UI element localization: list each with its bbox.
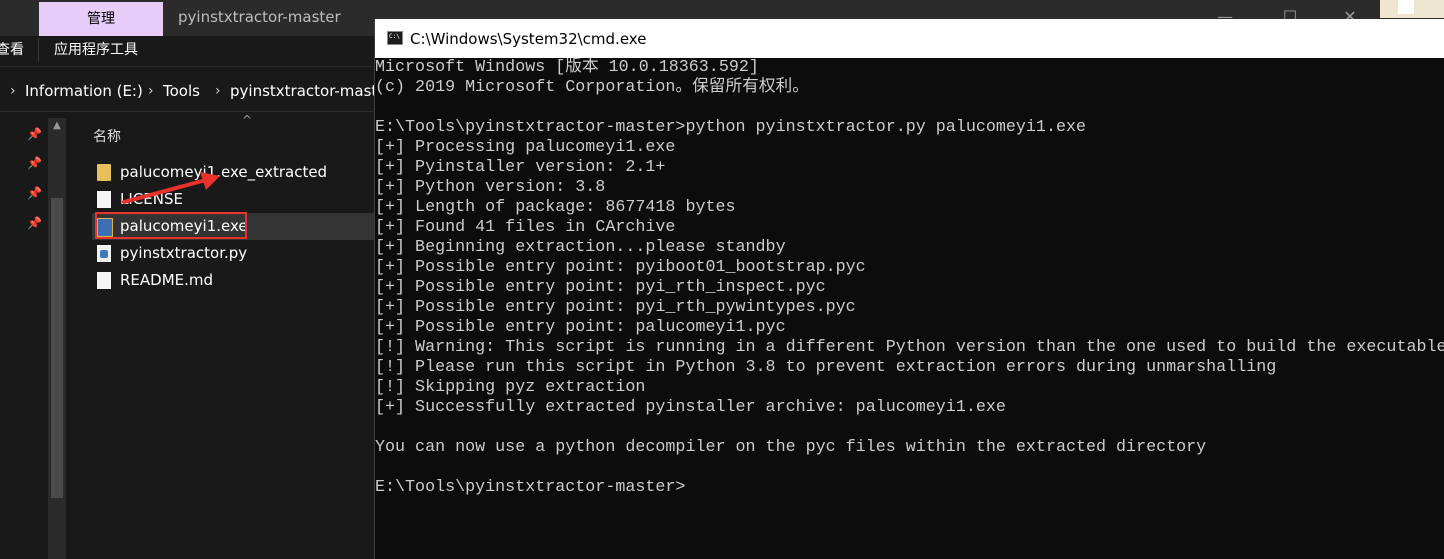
console-line: [!] Please run this script in Python 3.8… bbox=[375, 358, 1277, 377]
console-output[interactable]: Microsoft Windows [版本 10.0.18363.592] (c)… bbox=[375, 58, 1444, 559]
console-line: [+] Possible entry point: pyi_rth_inspec… bbox=[375, 278, 826, 297]
breadcrumb-tools[interactable]: Tools bbox=[163, 73, 200, 110]
navigation-scrollbar[interactable]: ▲ bbox=[48, 118, 66, 559]
folder-icon bbox=[97, 164, 111, 181]
console-line: [!] Skipping pyz extraction bbox=[375, 378, 646, 397]
scrollbar-thumb[interactable] bbox=[51, 198, 63, 498]
console-line: [+] Length of package: 8677418 bytes bbox=[375, 198, 736, 217]
console-line: [+] Python version: 3.8 bbox=[375, 178, 606, 197]
desktop-sticky-note bbox=[1380, 0, 1444, 18]
breadcrumb-drive[interactable]: Information (E:) bbox=[25, 73, 143, 110]
file-name: palucomeyi1.exe bbox=[120, 217, 248, 235]
pin-icon[interactable]: 📌 bbox=[27, 156, 42, 170]
ribbon-divider bbox=[38, 38, 39, 62]
file-list-item-selected[interactable]: palucomeyi1.exe bbox=[92, 213, 392, 240]
breadcrumb-separator-icon[interactable]: › bbox=[215, 73, 221, 110]
red-annotation-arrow bbox=[122, 172, 220, 204]
cmd-window[interactable]: C:\Windows\System32\cmd.exe Microsoft Wi… bbox=[374, 19, 1444, 559]
console-line: E:\Tools\pyinstxtractor-master> bbox=[375, 478, 686, 497]
sort-ascending-icon: ^ bbox=[242, 113, 253, 127]
console-line: [+] Found 41 files in CArchive bbox=[375, 218, 676, 237]
file-list-item[interactable]: README.md bbox=[92, 267, 392, 294]
cmd-titlebar[interactable]: C:\Windows\System32\cmd.exe bbox=[375, 19, 1444, 58]
console-line: [!] Warning: This script is running in a… bbox=[375, 338, 1444, 357]
python-file-icon bbox=[97, 245, 111, 262]
scroll-up-arrow-icon[interactable]: ▲ bbox=[48, 120, 66, 131]
console-line: E:\Tools\pyinstxtractor-master>python py… bbox=[375, 118, 1087, 137]
markdown-file-icon bbox=[97, 272, 111, 289]
console-line: You can now use a python decompiler on t… bbox=[375, 438, 1207, 457]
cmd-window-title: C:\Windows\System32\cmd.exe bbox=[410, 30, 647, 48]
breadcrumb-separator-icon[interactable]: › bbox=[148, 73, 154, 110]
console-line: [+] Pyinstaller version: 2.1+ bbox=[375, 158, 666, 177]
console-line: [+] Possible entry point: pyiboot01_boot… bbox=[375, 258, 866, 277]
console-line: [+] Possible entry point: pyi_rth_pywint… bbox=[375, 298, 856, 317]
file-name: README.md bbox=[120, 271, 214, 289]
file-name: pyinstxtractor.py bbox=[120, 244, 248, 262]
file-list-item[interactable]: pyinstxtractor.py bbox=[92, 240, 392, 267]
ribbon-app-tools-tab[interactable]: 应用程序工具 bbox=[54, 36, 138, 64]
exe-icon bbox=[97, 218, 113, 237]
pin-icon[interactable]: 📌 bbox=[27, 216, 42, 230]
pin-icon[interactable]: 📌 bbox=[27, 186, 42, 200]
pin-icon[interactable]: 📌 bbox=[27, 127, 42, 141]
console-line: (c) 2019 Microsoft Corporation。保留所有权利。 bbox=[375, 78, 809, 97]
console-line: [+] Successfully extracted pyinstaller a… bbox=[375, 398, 1006, 417]
console-line: Microsoft Windows [版本 10.0.18363.592] bbox=[375, 58, 759, 77]
console-line: [+] Processing palucomeyi1.exe bbox=[375, 138, 676, 157]
breadcrumb-separator-icon[interactable]: › bbox=[10, 73, 16, 110]
document-icon bbox=[97, 191, 111, 208]
console-line: [+] Possible entry point: palucomeyi1.py… bbox=[375, 318, 786, 337]
column-header-name[interactable]: 名称 bbox=[93, 126, 121, 146]
ribbon-manage-tab[interactable]: 管理 bbox=[39, 2, 163, 36]
console-icon bbox=[387, 31, 403, 45]
explorer-window-title: pyinstxtractor-master bbox=[178, 8, 341, 26]
breadcrumb-current-folder[interactable]: pyinstxtractor-master bbox=[230, 73, 393, 110]
console-line: [+] Beginning extraction...please standb… bbox=[375, 238, 786, 257]
ribbon-view-tab[interactable]: 查看 bbox=[0, 36, 24, 64]
